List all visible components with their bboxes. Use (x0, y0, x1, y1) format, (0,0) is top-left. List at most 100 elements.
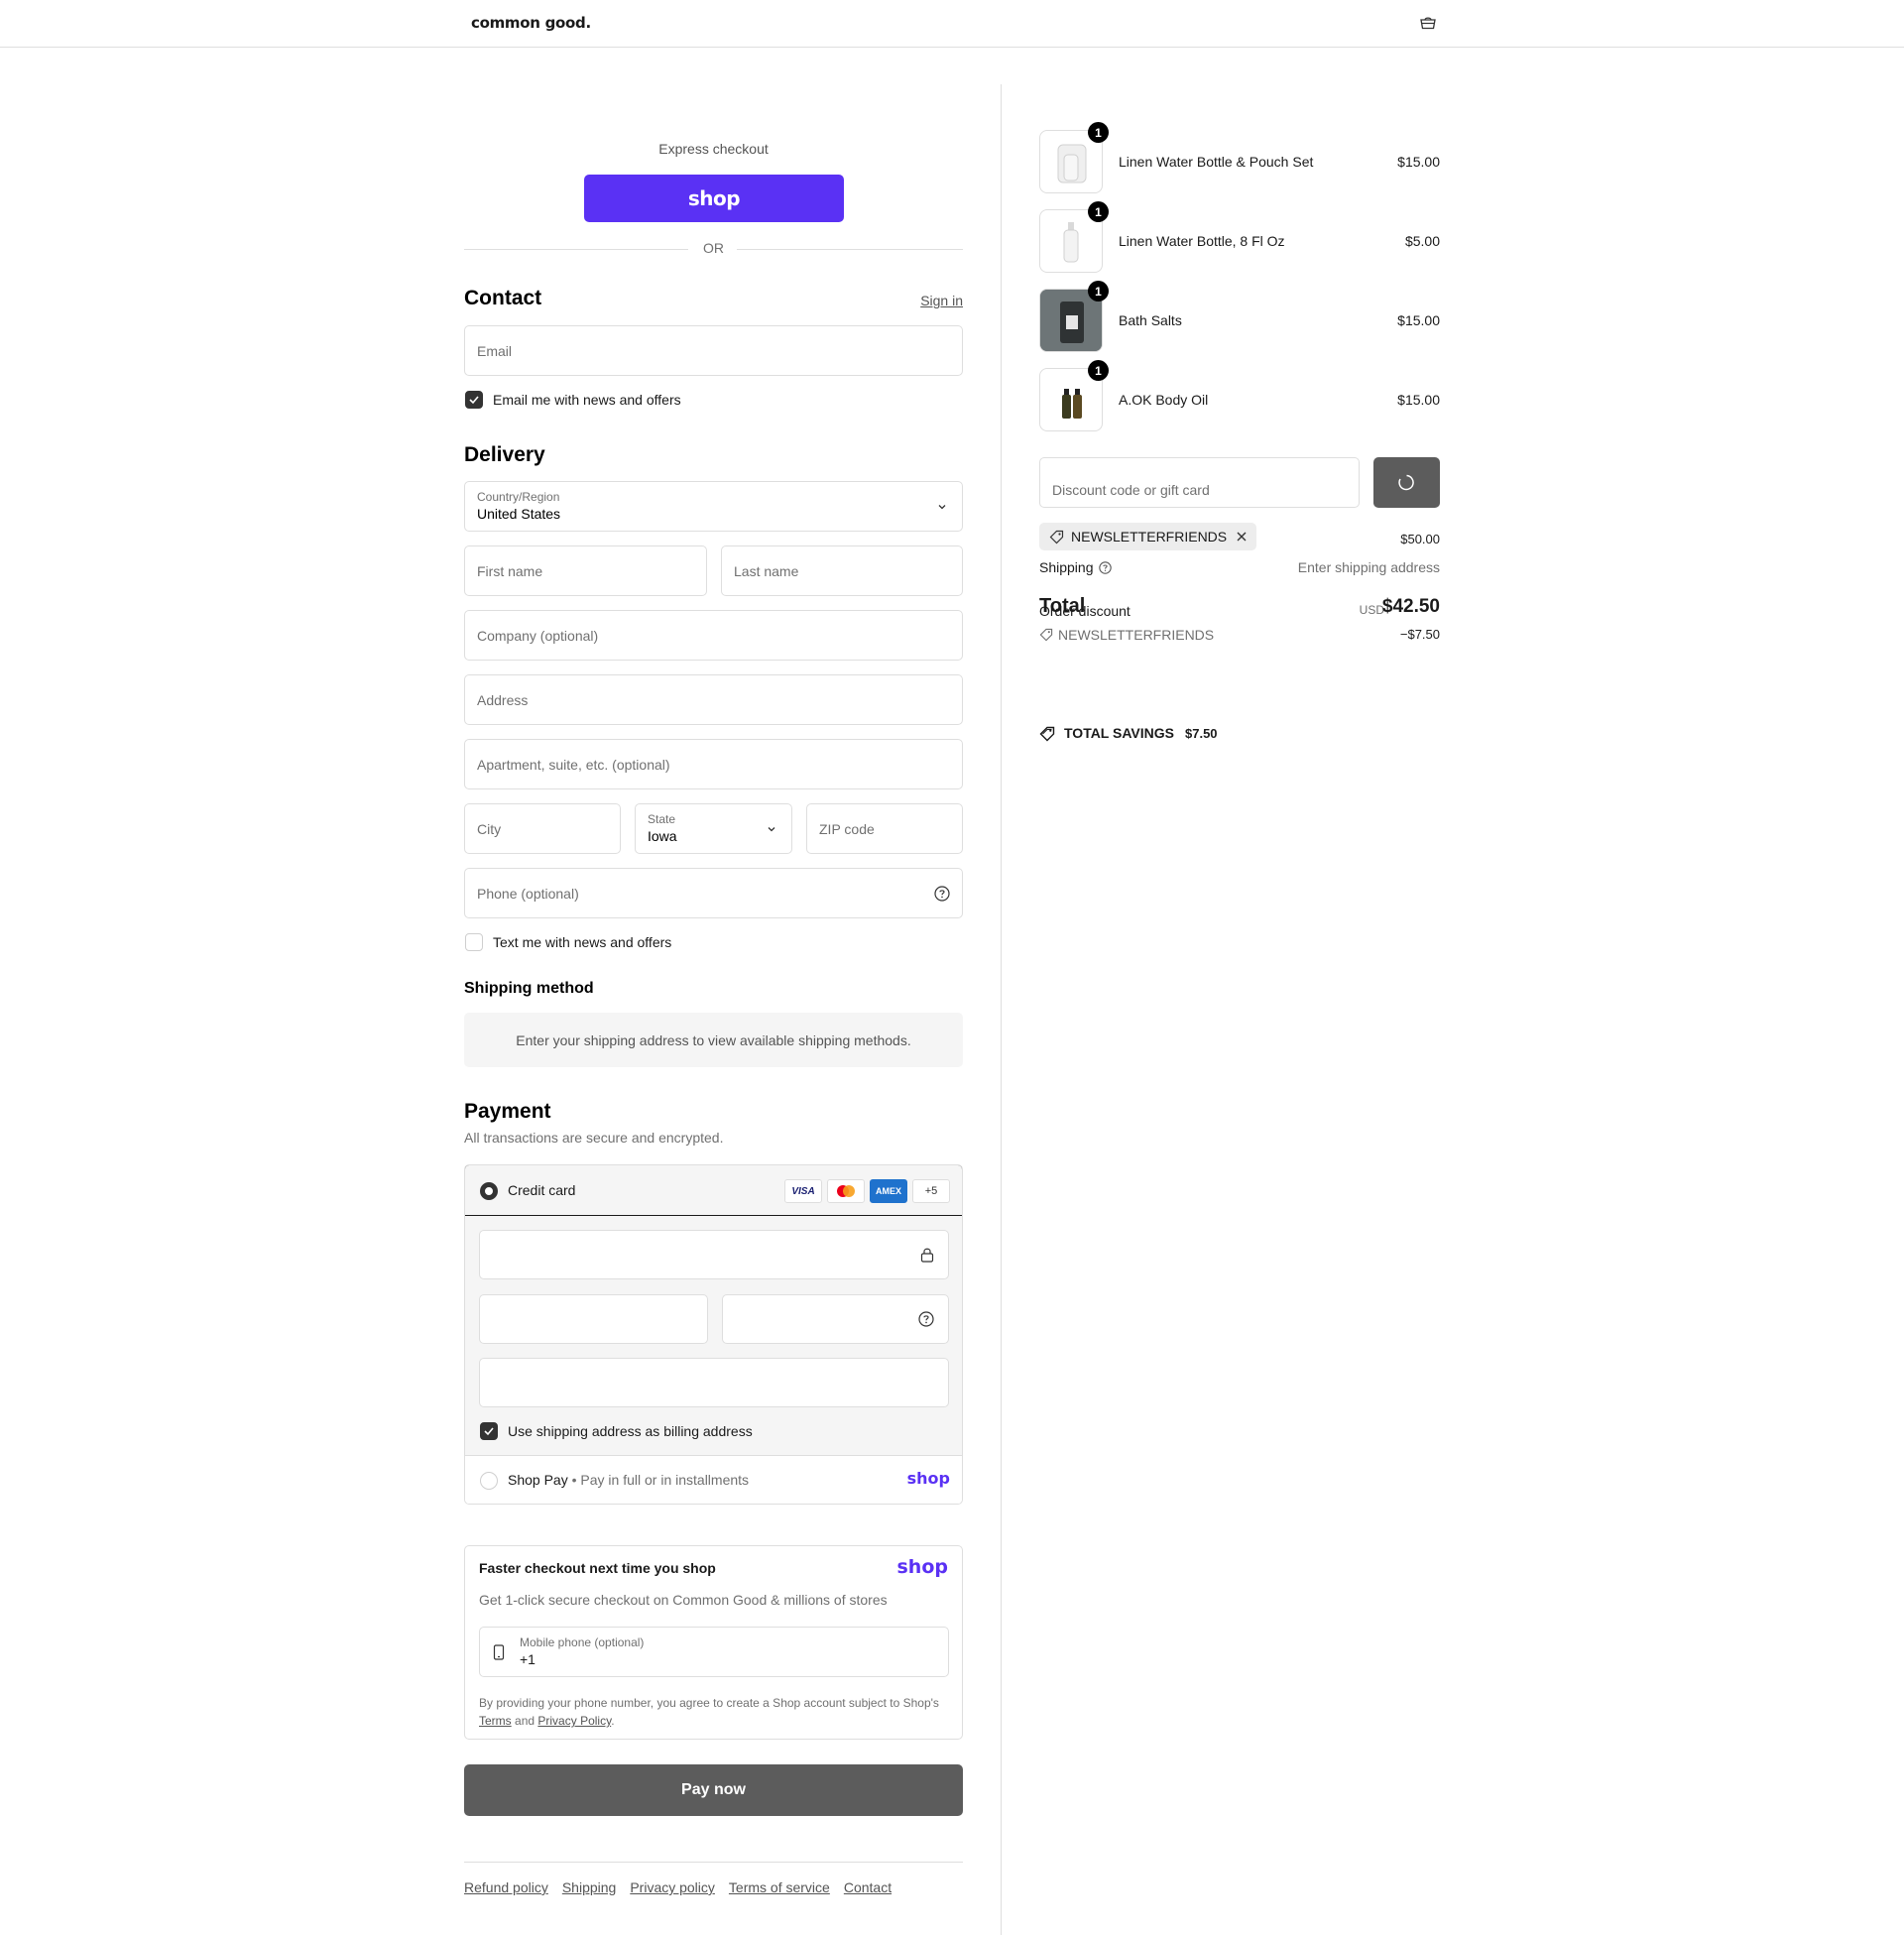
credit-card-label: Credit card (508, 1182, 576, 1198)
payment-subtitle: All transactions are secure and encrypte… (464, 1130, 724, 1146)
product-name: A.OK Body Oil (1119, 392, 1209, 408)
store-logo[interactable]: common good. (471, 14, 591, 32)
company-field[interactable] (464, 610, 963, 661)
country-select[interactable]: Country/Region United States (464, 481, 963, 532)
text-optin-checkbox[interactable] (465, 933, 483, 951)
last-name-field[interactable] (721, 545, 963, 596)
line-item: 1 Linen Water Bottle, 8 Fl Oz $5.00 (1039, 201, 1440, 273)
product-price: $15.00 (1397, 392, 1440, 408)
company-input[interactable] (465, 611, 962, 660)
sign-in-link[interactable]: Sign in (920, 293, 963, 308)
help-icon[interactable] (1099, 561, 1112, 574)
total-label: Total (1039, 595, 1086, 617)
credit-card-option[interactable]: Credit card VISA AMEX +5 (465, 1165, 962, 1216)
remove-discount-icon[interactable] (1236, 531, 1248, 543)
mobile-phone-field[interactable]: Mobile phone (optional) +1 (479, 1627, 949, 1677)
shop-pay-sublabel: Pay in full or in installments (580, 1472, 750, 1488)
apartment-input[interactable] (465, 740, 962, 788)
footer-links: Refund policy Shipping Privacy policy Te… (464, 1879, 892, 1895)
shop-logo: shop (896, 1556, 949, 1578)
security-code-field[interactable] (722, 1294, 949, 1344)
apartment-field[interactable] (464, 739, 963, 789)
last-name-input[interactable] (722, 546, 962, 595)
first-name-field[interactable] (464, 545, 707, 596)
legal-period: . (611, 1714, 615, 1728)
city-field[interactable] (464, 803, 621, 854)
shipping-method-message: Enter your shipping address to view avai… (464, 1013, 963, 1067)
expiration-date-field[interactable] (479, 1294, 708, 1344)
terms-of-service-link[interactable]: Terms of service (729, 1879, 830, 1895)
first-name-input[interactable] (465, 546, 706, 595)
discount-amount: −$7.50 (1399, 627, 1440, 642)
country-value: United States (477, 506, 561, 522)
refund-policy-link[interactable]: Refund policy (464, 1879, 548, 1895)
product-name: Linen Water Bottle & Pouch Set (1119, 154, 1314, 170)
help-icon[interactable] (918, 1311, 934, 1327)
header: common good. (0, 0, 1904, 48)
line-item: 1 A.OK Body Oil $15.00 (1039, 360, 1440, 431)
faster-checkout-title: Faster checkout next time you shop (479, 1560, 716, 1576)
country-label: Country/Region (477, 490, 560, 504)
discount-code-line: NEWSLETTERFRIENDS (1058, 627, 1215, 643)
help-icon[interactable] (934, 886, 950, 902)
mastercard-icon (827, 1179, 865, 1203)
product-price: $5.00 (1404, 233, 1440, 249)
or-divider: OR (464, 240, 963, 258)
shop-legal-text: By providing your phone number, you agre… (479, 1694, 949, 1730)
shop-pay-option[interactable]: Shop Pay • Pay in full or in installment… (465, 1455, 962, 1504)
total-row: Order discount Total USD $42.50 (1039, 595, 1440, 625)
total-value: $42.50 (1381, 596, 1440, 617)
apply-discount-button[interactable] (1373, 457, 1440, 508)
phone-field[interactable] (464, 868, 963, 918)
chevron-down-icon (938, 505, 946, 510)
city-input[interactable] (465, 804, 620, 853)
card-number-field[interactable] (479, 1230, 949, 1279)
total-savings-label: TOTAL SAVINGS (1064, 725, 1174, 741)
footer-divider (464, 1862, 963, 1863)
cart-icon[interactable] (1419, 16, 1437, 30)
email-input[interactable] (465, 326, 962, 375)
state-select[interactable]: State Iowa (635, 803, 792, 854)
email-field[interactable] (464, 325, 963, 376)
checkmark-icon (484, 1427, 494, 1436)
pay-now-button[interactable]: Pay now (464, 1764, 963, 1816)
product-name: Bath Salts (1119, 312, 1182, 328)
terms-link[interactable]: Terms (479, 1714, 512, 1728)
shop-pay-express-button[interactable]: shop (584, 175, 844, 222)
address-input[interactable] (465, 675, 962, 724)
currency-code: USD (1359, 603, 1384, 617)
credit-card-radio[interactable] (480, 1182, 498, 1200)
discount-code-field[interactable] (1039, 457, 1360, 508)
privacy-policy-link[interactable]: Privacy policy (630, 1879, 715, 1895)
quantity-badge: 1 (1088, 360, 1109, 381)
chevron-down-icon (768, 827, 775, 832)
shipping-link[interactable]: Shipping (562, 1879, 617, 1895)
shop-logo: shop (906, 1469, 950, 1488)
privacy-policy-link[interactable]: Privacy Policy (537, 1714, 611, 1728)
quantity-badge: 1 (1088, 281, 1109, 302)
line-item: 1 Linen Water Bottle & Pouch Set $15.00 (1039, 122, 1440, 193)
zip-field[interactable] (806, 803, 963, 854)
faster-checkout-box: Faster checkout next time you shop shop … (464, 1545, 963, 1740)
zip-input[interactable] (807, 804, 962, 853)
billing-same-label: Use shipping address as billing address (508, 1423, 753, 1439)
applied-discount-tag: NEWSLETTERFRIENDS (1039, 523, 1257, 550)
mobile-phone-value: +1 (520, 1651, 536, 1667)
email-optin-label: Email me with news and offers (493, 392, 681, 408)
shop-pay-radio[interactable] (480, 1472, 498, 1490)
or-text: OR (703, 240, 724, 256)
address-field[interactable] (464, 674, 963, 725)
contact-title: Contact (464, 287, 542, 309)
contact-link[interactable]: Contact (844, 1879, 892, 1895)
billing-same-checkbox[interactable] (480, 1422, 498, 1440)
discount-code-input[interactable] (1040, 458, 1359, 507)
shipping-method-title: Shipping method (464, 980, 594, 997)
mobile-phone-label: Mobile phone (optional) (520, 1635, 645, 1649)
email-optin-checkbox[interactable] (465, 391, 483, 409)
shipping-label: Shipping (1039, 559, 1094, 575)
phone-input[interactable] (465, 869, 962, 917)
total-savings-value: $7.50 (1185, 726, 1218, 741)
name-on-card-field[interactable] (479, 1358, 949, 1407)
mobile-phone-icon (493, 1644, 505, 1660)
line-item: 1 Bath Salts $15.00 (1039, 281, 1440, 352)
